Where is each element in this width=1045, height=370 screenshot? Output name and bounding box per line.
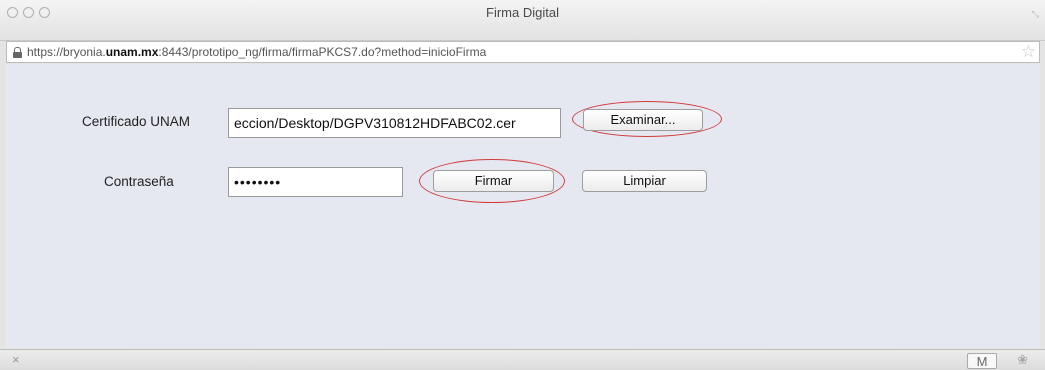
status-bar: × M ❀ <box>0 349 1045 370</box>
url-domain: unam.mx <box>105 45 159 59</box>
url-text[interactable]: https://bryonia.unam.mx:8443/prototipo_n… <box>27 45 486 59</box>
title-bar: Firma Digital ⤡ <box>0 0 1045 41</box>
close-icon[interactable]: × <box>12 352 20 367</box>
password-label: Contraseña <box>104 174 174 189</box>
lock-icon <box>13 47 22 58</box>
bookmark-star-icon[interactable]: ☆ <box>1021 42 1036 62</box>
clear-button[interactable]: Limpiar <box>582 170 707 192</box>
certificate-path-field[interactable]: eccion/Desktop/DGPV310812HDFABC02.cer <box>228 108 561 138</box>
address-bar[interactable]: https://bryonia.unam.mx:8443/prototipo_n… <box>6 41 1040 63</box>
window-title: Firma Digital <box>486 5 559 20</box>
browse-button[interactable]: Examinar... <box>583 109 703 131</box>
password-field[interactable]: •••••••• <box>228 167 403 197</box>
url-suffix: :8443/prototipo_ng/firma/firmaPKCS7.do?m… <box>158 45 487 59</box>
resize-icon[interactable]: ⤡ <box>1032 9 1039 20</box>
url-prefix: https://bryonia. <box>27 45 106 59</box>
certificate-label: Certificado UNAM <box>82 114 191 129</box>
puzzle-icon[interactable]: ❀ <box>1017 352 1028 368</box>
sign-button[interactable]: Firmar <box>433 170 554 192</box>
gmail-icon[interactable]: M <box>967 353 997 369</box>
browser-window: Firma Digital ⤡ https://bryonia.unam.mx:… <box>0 0 1045 370</box>
applet-area: Certificado UNAM eccion/Desktop/DGPV3108… <box>6 64 1040 348</box>
